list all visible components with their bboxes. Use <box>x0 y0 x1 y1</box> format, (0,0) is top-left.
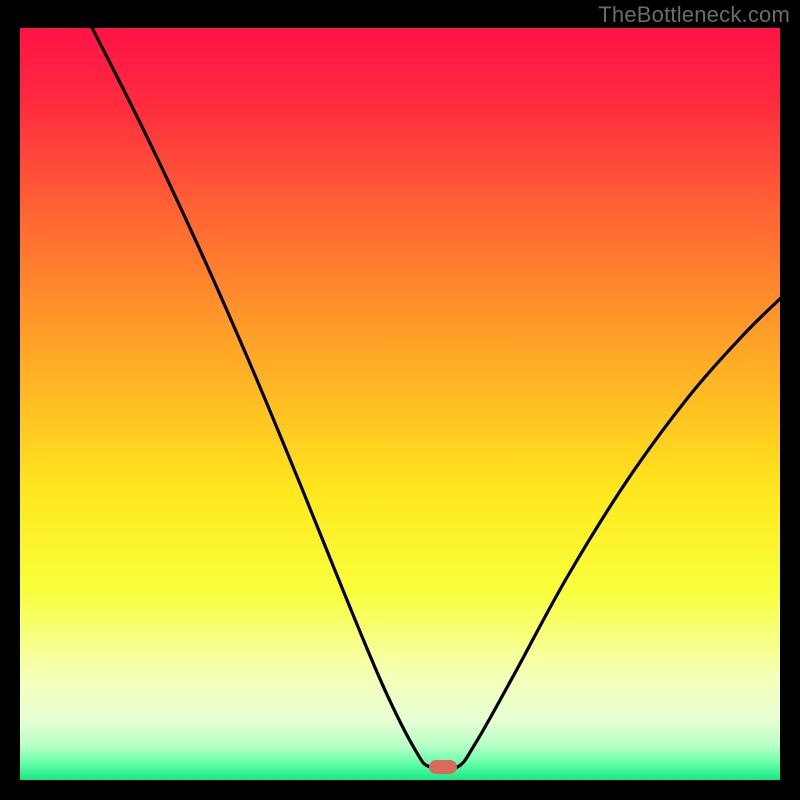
optimal-point-marker <box>429 760 457 774</box>
gradient-background <box>20 28 780 780</box>
watermark-text: TheBottleneck.com <box>598 2 790 28</box>
chart-frame: TheBottleneck.com <box>0 0 800 800</box>
plot-svg <box>20 28 780 780</box>
plot-area <box>20 28 780 780</box>
